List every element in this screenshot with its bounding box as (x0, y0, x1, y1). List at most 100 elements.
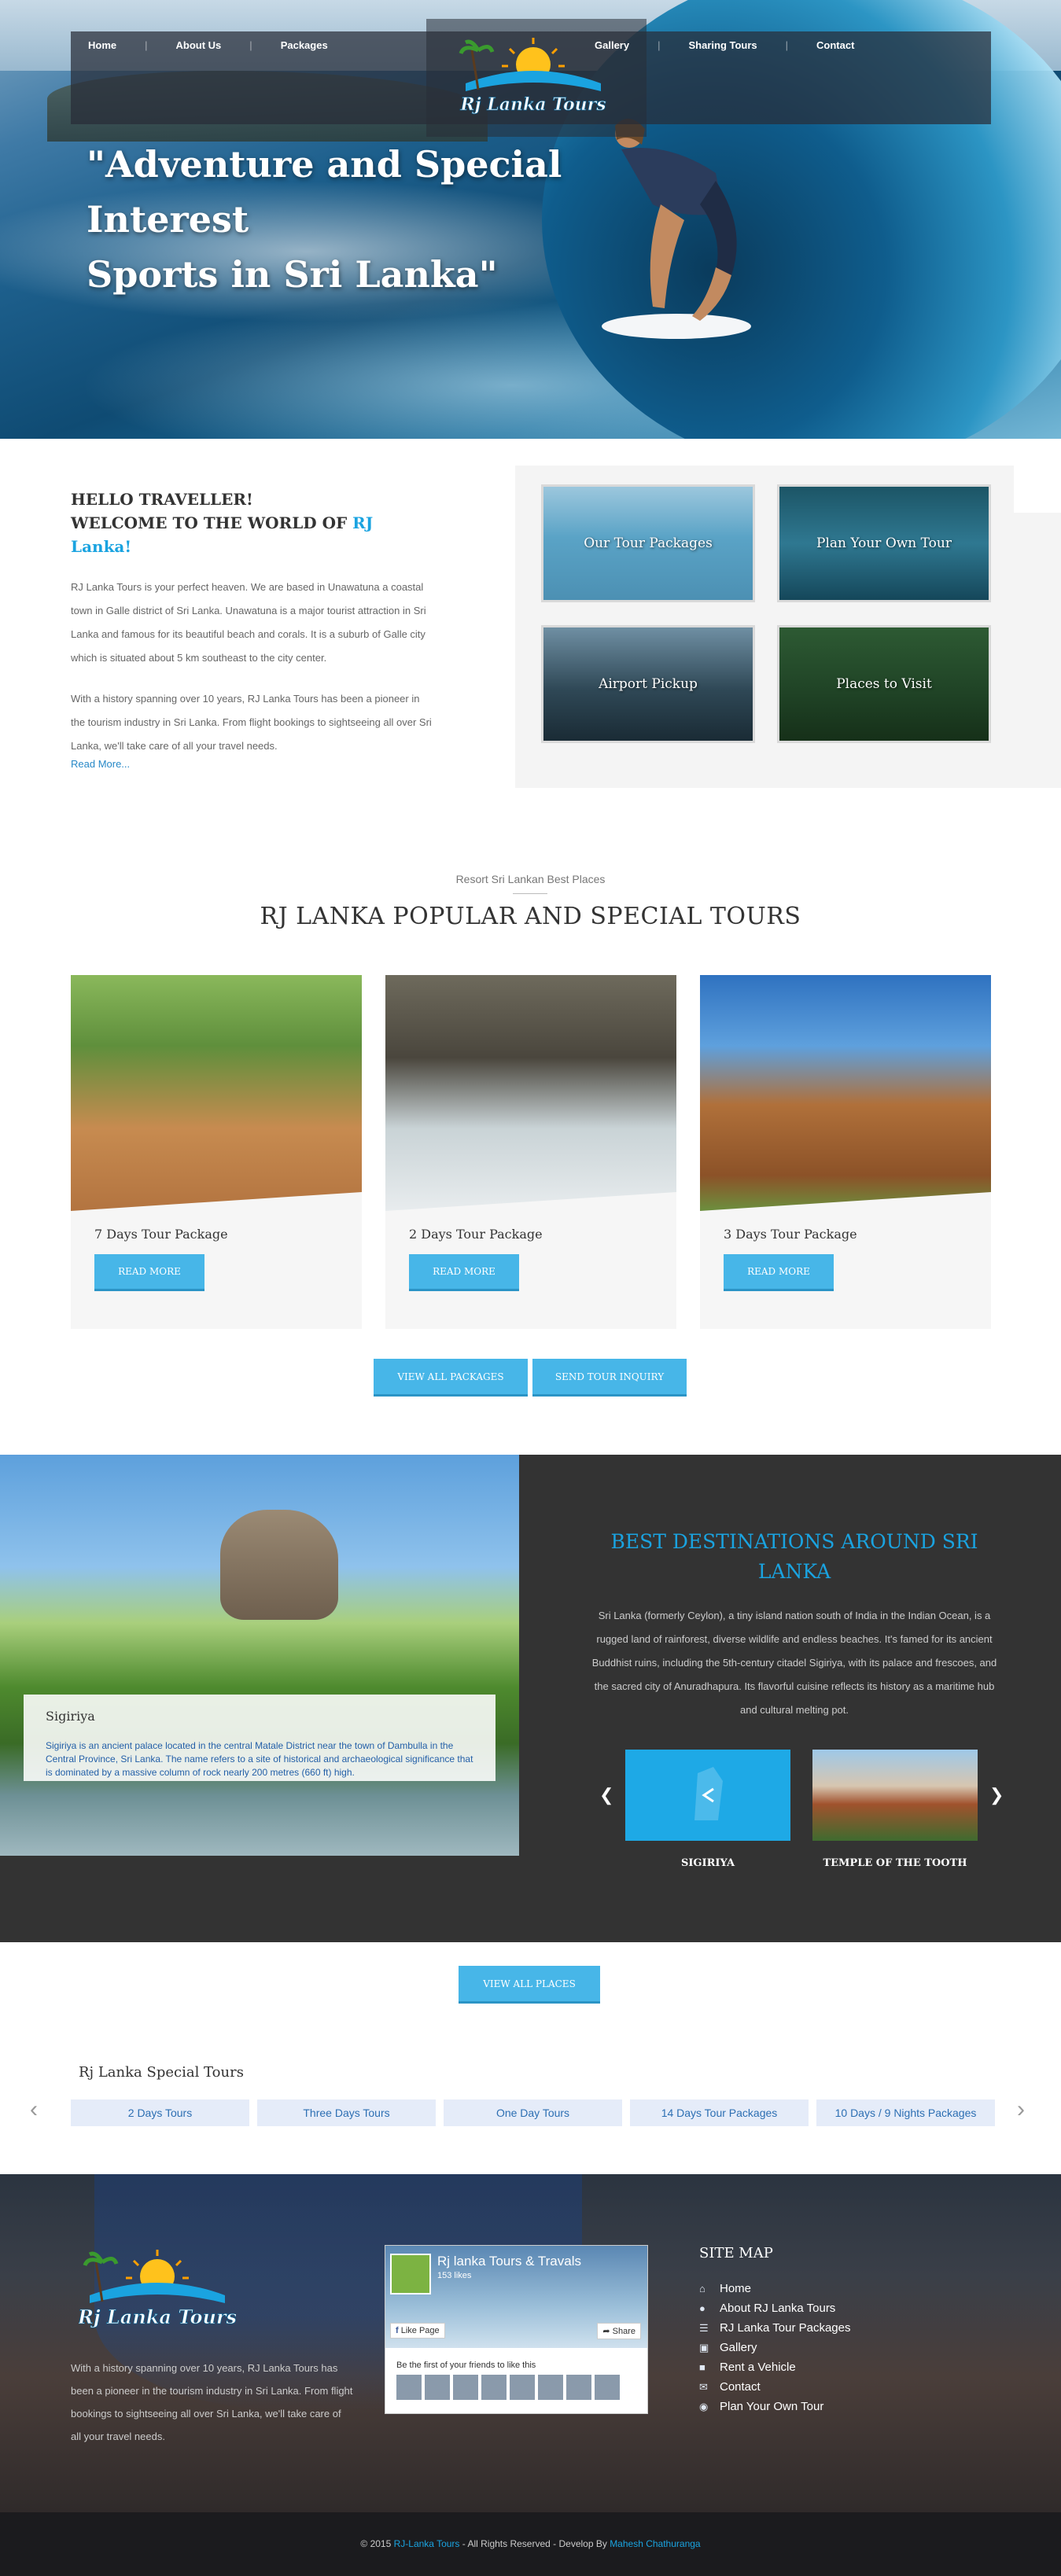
nav-about-us[interactable]: About Us (176, 39, 222, 51)
tours-kicker: Resort Sri Lankan Best Places (455, 873, 606, 885)
avatar[interactable] (510, 2375, 535, 2400)
special-tours-section: VIEW ALL PLACES Rj Lanka Special Tours ‹… (0, 1942, 1061, 2174)
sitemap-list: ⌂ Home ● About RJ Lanka Tours ☰ RJ Lanka To… (699, 2279, 851, 2416)
fb-page-name[interactable]: Rj lanka Tours & Travals (437, 2254, 581, 2269)
sitemap-item-contact[interactable]: ✉ Contact (699, 2377, 851, 2397)
chevron-right-icon[interactable]: › (1017, 2096, 1025, 2123)
chat-icon: ✉ (699, 2381, 708, 2393)
sitemap-item-about[interactable]: ● About RJ Lanka Tours (699, 2298, 851, 2318)
service-label: Places to Visit (836, 676, 932, 692)
nav-separator: | (658, 39, 661, 51)
special-tab[interactable]: 10 Days / 9 Nights Packages (816, 2099, 995, 2126)
read-more-link[interactable]: Read More... (71, 758, 433, 770)
site-logo[interactable]: Rj Lanka Tours (458, 35, 609, 121)
special-tours-title: Rj Lanka Special Tours (79, 2064, 244, 2081)
thumb-sigiriya[interactable] (625, 1750, 790, 1841)
copyright-bar: © 2015 RJ-Lanka Tours - All Rights Reser… (0, 2512, 1061, 2576)
avatar[interactable] (481, 2375, 507, 2400)
hello-text: HELLO TRAVELLER! (71, 490, 253, 509)
tours-button-row: VIEW ALL PACKAGES SEND TOUR INQUIRY (374, 1359, 687, 1397)
view-all-packages-button[interactable]: VIEW ALL PACKAGES (374, 1359, 528, 1397)
tour-image-ruins[interactable] (700, 975, 991, 1211)
view-all-places-button[interactable]: VIEW ALL PLACES (459, 1966, 600, 2004)
hero-line: Interest (87, 198, 249, 241)
list-icon: ☰ (699, 2322, 709, 2334)
send-inquiry-button[interactable]: SEND TOUR INQUIRY (532, 1359, 687, 1397)
sitemap-label: About RJ Lanka Tours (720, 2302, 836, 2315)
read-more-button[interactable]: READ MORE (724, 1254, 834, 1291)
welcome-prefix: WELCOME TO THE WORLD OF (71, 513, 353, 532)
tour-image-rafting[interactable] (385, 975, 676, 1211)
nav-packages[interactable]: Packages (281, 39, 328, 51)
footer-logo[interactable]: Rj Lanka Tours (79, 2245, 236, 2339)
hero-line: "Adventure and Special (87, 143, 562, 186)
avatar[interactable] (425, 2375, 450, 2400)
special-tab[interactable]: Three Days Tours (257, 2099, 436, 2126)
services-panel: Our Tour Packages Plan Your Own Tour Air… (515, 466, 1061, 788)
special-tab[interactable]: 2 Days Tours (71, 2099, 249, 2126)
footer: Rj Lanka Tours With a history spanning o… (0, 2174, 1061, 2512)
read-more-button[interactable]: READ MORE (409, 1254, 519, 1291)
fb-page-picture[interactable] (390, 2254, 431, 2294)
nav-separator: | (145, 39, 148, 51)
chevron-left-icon[interactable]: ❮ (599, 1785, 613, 1805)
service-airport-pickup[interactable]: Airport Pickup (541, 625, 755, 743)
special-tab[interactable]: One Day Tours (444, 2099, 622, 2126)
nav-home[interactable]: Home (88, 39, 116, 51)
special-tab[interactable]: 14 Days Tour Packages (630, 2099, 809, 2126)
tour-name: 2 Days Tour Package (409, 1227, 543, 1242)
service-label: Airport Pickup (599, 676, 698, 692)
avatar[interactable] (566, 2375, 591, 2400)
users-icon: ● (699, 2302, 705, 2314)
kicker-divider (513, 893, 547, 894)
fb-friend-faces (396, 2375, 620, 2400)
sitemap-title: SITE MAP (699, 2245, 773, 2261)
nav-sharing-tours[interactable]: Sharing Tours (688, 39, 757, 51)
fb-like-button[interactable]: f Like Page (390, 2323, 445, 2339)
chevron-left-icon[interactable]: ‹ (30, 2096, 38, 2123)
nav-separator: | (785, 39, 789, 51)
sitemap-item-plan-tour[interactable]: ◉ Plan Your Own Tour (699, 2397, 851, 2416)
chevron-right-icon[interactable]: ❯ (989, 1785, 1004, 1805)
sitemap-label: Contact (720, 2380, 761, 2394)
welcome-heading: HELLO TRAVELLER! WELCOME TO THE WORLD OF… (71, 488, 433, 558)
fb-like-label: Like Page (400, 2326, 440, 2335)
caption-title: Sigiriya (46, 1709, 95, 1724)
sitemap-item-rent-vehicle[interactable]: ■ Rent a Vehicle (699, 2357, 851, 2377)
service-label: Plan Your Own Tour (816, 535, 952, 551)
thumb-label: TEMPLE OF THE TOOTH (823, 1857, 967, 1869)
thumb-temple-of-tooth[interactable] (812, 1750, 978, 1841)
image-icon: ▣ (699, 2342, 709, 2353)
fb-share-button[interactable]: ➦ Share (597, 2323, 641, 2339)
sitemap-label: Home (720, 2282, 752, 2295)
service-plan-tour[interactable]: Plan Your Own Tour (777, 484, 991, 602)
sitemap-item-home[interactable]: ⌂ Home (699, 2279, 851, 2298)
nav-left-group: Home | About Us | Packages (88, 39, 328, 51)
surfer-image (602, 118, 751, 339)
copyright-prefix: © 2015 (360, 2538, 394, 2549)
developer-link[interactable]: Mahesh Chathuranga (610, 2538, 700, 2549)
welcome-paragraph: With a history spanning over 10 years, R… (71, 693, 432, 752)
fb-first-friend-text: Be the first of your friends to like thi… (396, 2361, 536, 2370)
sitemap-item-packages[interactable]: ☰ RJ Lanka Tour Packages (699, 2318, 851, 2338)
tours-title: RJ LANKA POPULAR AND SPECIAL TOURS (260, 903, 801, 930)
facebook-icon: f (396, 2326, 401, 2335)
avatar[interactable] (538, 2375, 563, 2400)
sitemap-label: Rent a Vehicle (720, 2361, 796, 2374)
avatar[interactable] (595, 2375, 620, 2400)
tour-card: 2 Days Tour Package READ MORE (385, 975, 676, 1329)
hero-line: Sports in Sri Lanka" (87, 253, 498, 296)
destinations-description: Sri Lanka (formerly Ceylon), a tiny isla… (591, 1610, 997, 1716)
nav-contact[interactable]: Contact (816, 39, 854, 51)
sitemap-item-gallery[interactable]: ▣ Gallery (699, 2338, 851, 2357)
hero-title: "Adventure and Special Interest Sports i… (87, 137, 574, 302)
avatar[interactable] (396, 2375, 422, 2400)
read-more-button[interactable]: READ MORE (94, 1254, 204, 1291)
avatar[interactable] (453, 2375, 478, 2400)
sitemap-label: Gallery (720, 2341, 757, 2354)
tour-card: 7 Days Tour Package READ MORE (71, 975, 362, 1329)
service-places[interactable]: Places to Visit (777, 625, 991, 743)
copyright-brand-link[interactable]: RJ-Lanka Tours (394, 2538, 460, 2549)
service-tour-packages[interactable]: Our Tour Packages (541, 484, 755, 602)
tour-image-elephant[interactable] (71, 975, 362, 1211)
